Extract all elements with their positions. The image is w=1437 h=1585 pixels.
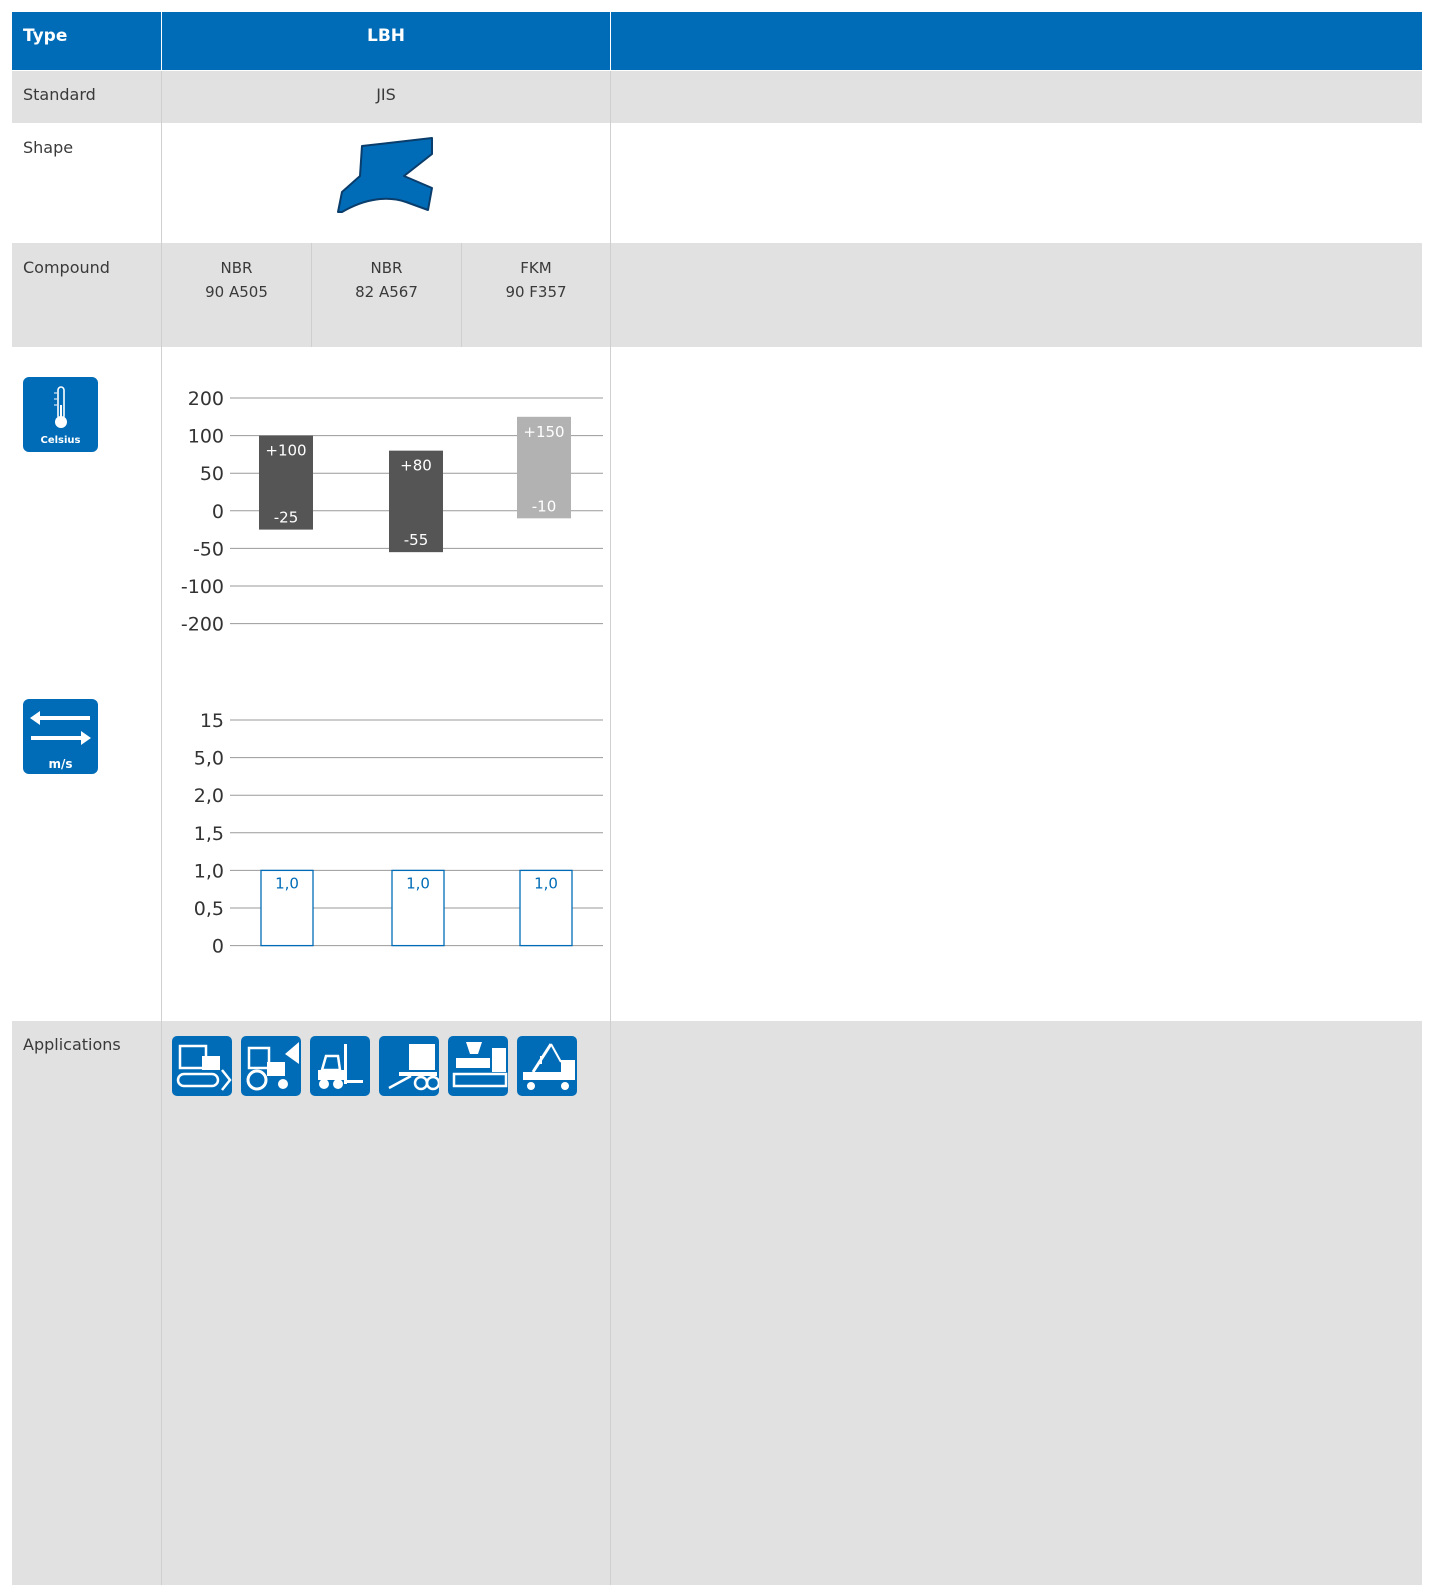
speed-value-label: 1,0 (275, 874, 299, 892)
shape-row (12, 123, 1422, 243)
seal-profile-icon (337, 137, 433, 213)
speed-tick-label: 0 (212, 936, 224, 958)
injection-molding-machine-icon (448, 1036, 508, 1096)
speed-value-label: 1,0 (534, 874, 558, 892)
applications-label: Applications (23, 1035, 121, 1054)
temp-tick-label: -200 (181, 614, 224, 636)
thermometer-glyph (54, 386, 67, 428)
type-label: Type (23, 26, 68, 46)
temp-tick-label: -100 (181, 576, 224, 598)
speed-tick-label: 5,0 (194, 748, 224, 770)
temp-min-label: -10 (532, 497, 557, 515)
compound-2-code: 82 A567 (355, 283, 418, 301)
speed-chart: 15 5,0 2,0 1,5 1,0 0,5 0 1,0 1,0 1,0 (194, 710, 603, 958)
compound-divider (311, 243, 312, 347)
compound-3-code: 90 F357 (505, 283, 567, 301)
speed-caption: m/s (48, 757, 73, 771)
temp-tick-label: -50 (193, 538, 224, 560)
temp-min-label: -25 (274, 509, 299, 527)
compound-1-code: 90 A505 (205, 283, 268, 301)
forklift-icon (310, 1036, 370, 1096)
compound-label: Compound (23, 258, 110, 277)
speed-tick-label: 1,0 (194, 860, 224, 882)
header-divider (610, 12, 611, 70)
thermometer-icon: Celsius (23, 377, 98, 452)
standard-label: Standard (23, 85, 96, 104)
applications-row (12, 1021, 1422, 1585)
truck-crane-icon (517, 1036, 577, 1096)
compound-1: NBR 90 A505 (162, 256, 311, 304)
speed-value-label: 1,0 (406, 874, 430, 892)
standard-value: JIS (376, 85, 396, 104)
type-value: LBH (162, 26, 610, 46)
shape-label: Shape (23, 138, 74, 157)
temp-tick-label: 100 (188, 426, 224, 448)
speed-arrows-glyph (30, 711, 91, 745)
compound-3-name: FKM (520, 259, 552, 277)
compound-2-name: NBR (370, 259, 403, 277)
compound-divider (461, 243, 462, 347)
header-divider (161, 12, 162, 70)
trailer-icon (379, 1036, 441, 1096)
compound-data-sheet: Type LBH Standard JIS Shape Compound NBR… (0, 0, 1437, 1585)
compound-3: FKM 90 F357 (462, 256, 610, 304)
tractor-icon (241, 1036, 301, 1096)
column-divider (161, 71, 162, 1585)
temp-max-label: +150 (523, 423, 564, 441)
thermometer-caption: Celsius (40, 435, 81, 446)
temp-tick-label: 200 (188, 388, 224, 410)
speed-tick-label: 0,5 (194, 898, 224, 920)
temp-tick-label: 50 (200, 463, 224, 485)
speed-tick-label: 1,5 (194, 823, 224, 845)
speed-tick-label: 2,0 (194, 785, 224, 807)
temp-max-label: +80 (400, 457, 432, 475)
speed-arrows-icon: m/s (23, 699, 98, 774)
temp-tick-label: 0 (212, 501, 224, 523)
temp-max-label: +100 (265, 442, 306, 460)
speed-tick-label: 15 (200, 710, 224, 732)
temp-min-label: -55 (404, 531, 429, 549)
compound-2: NBR 82 A567 (312, 256, 461, 304)
compound-1-name: NBR (220, 259, 253, 277)
column-divider (610, 71, 611, 1585)
temperature-chart: 200 100 50 0 -50 -100 -200 +100 -25 +80 -55 +150 -10 (181, 388, 603, 636)
bulldozer-icon (172, 1036, 232, 1096)
